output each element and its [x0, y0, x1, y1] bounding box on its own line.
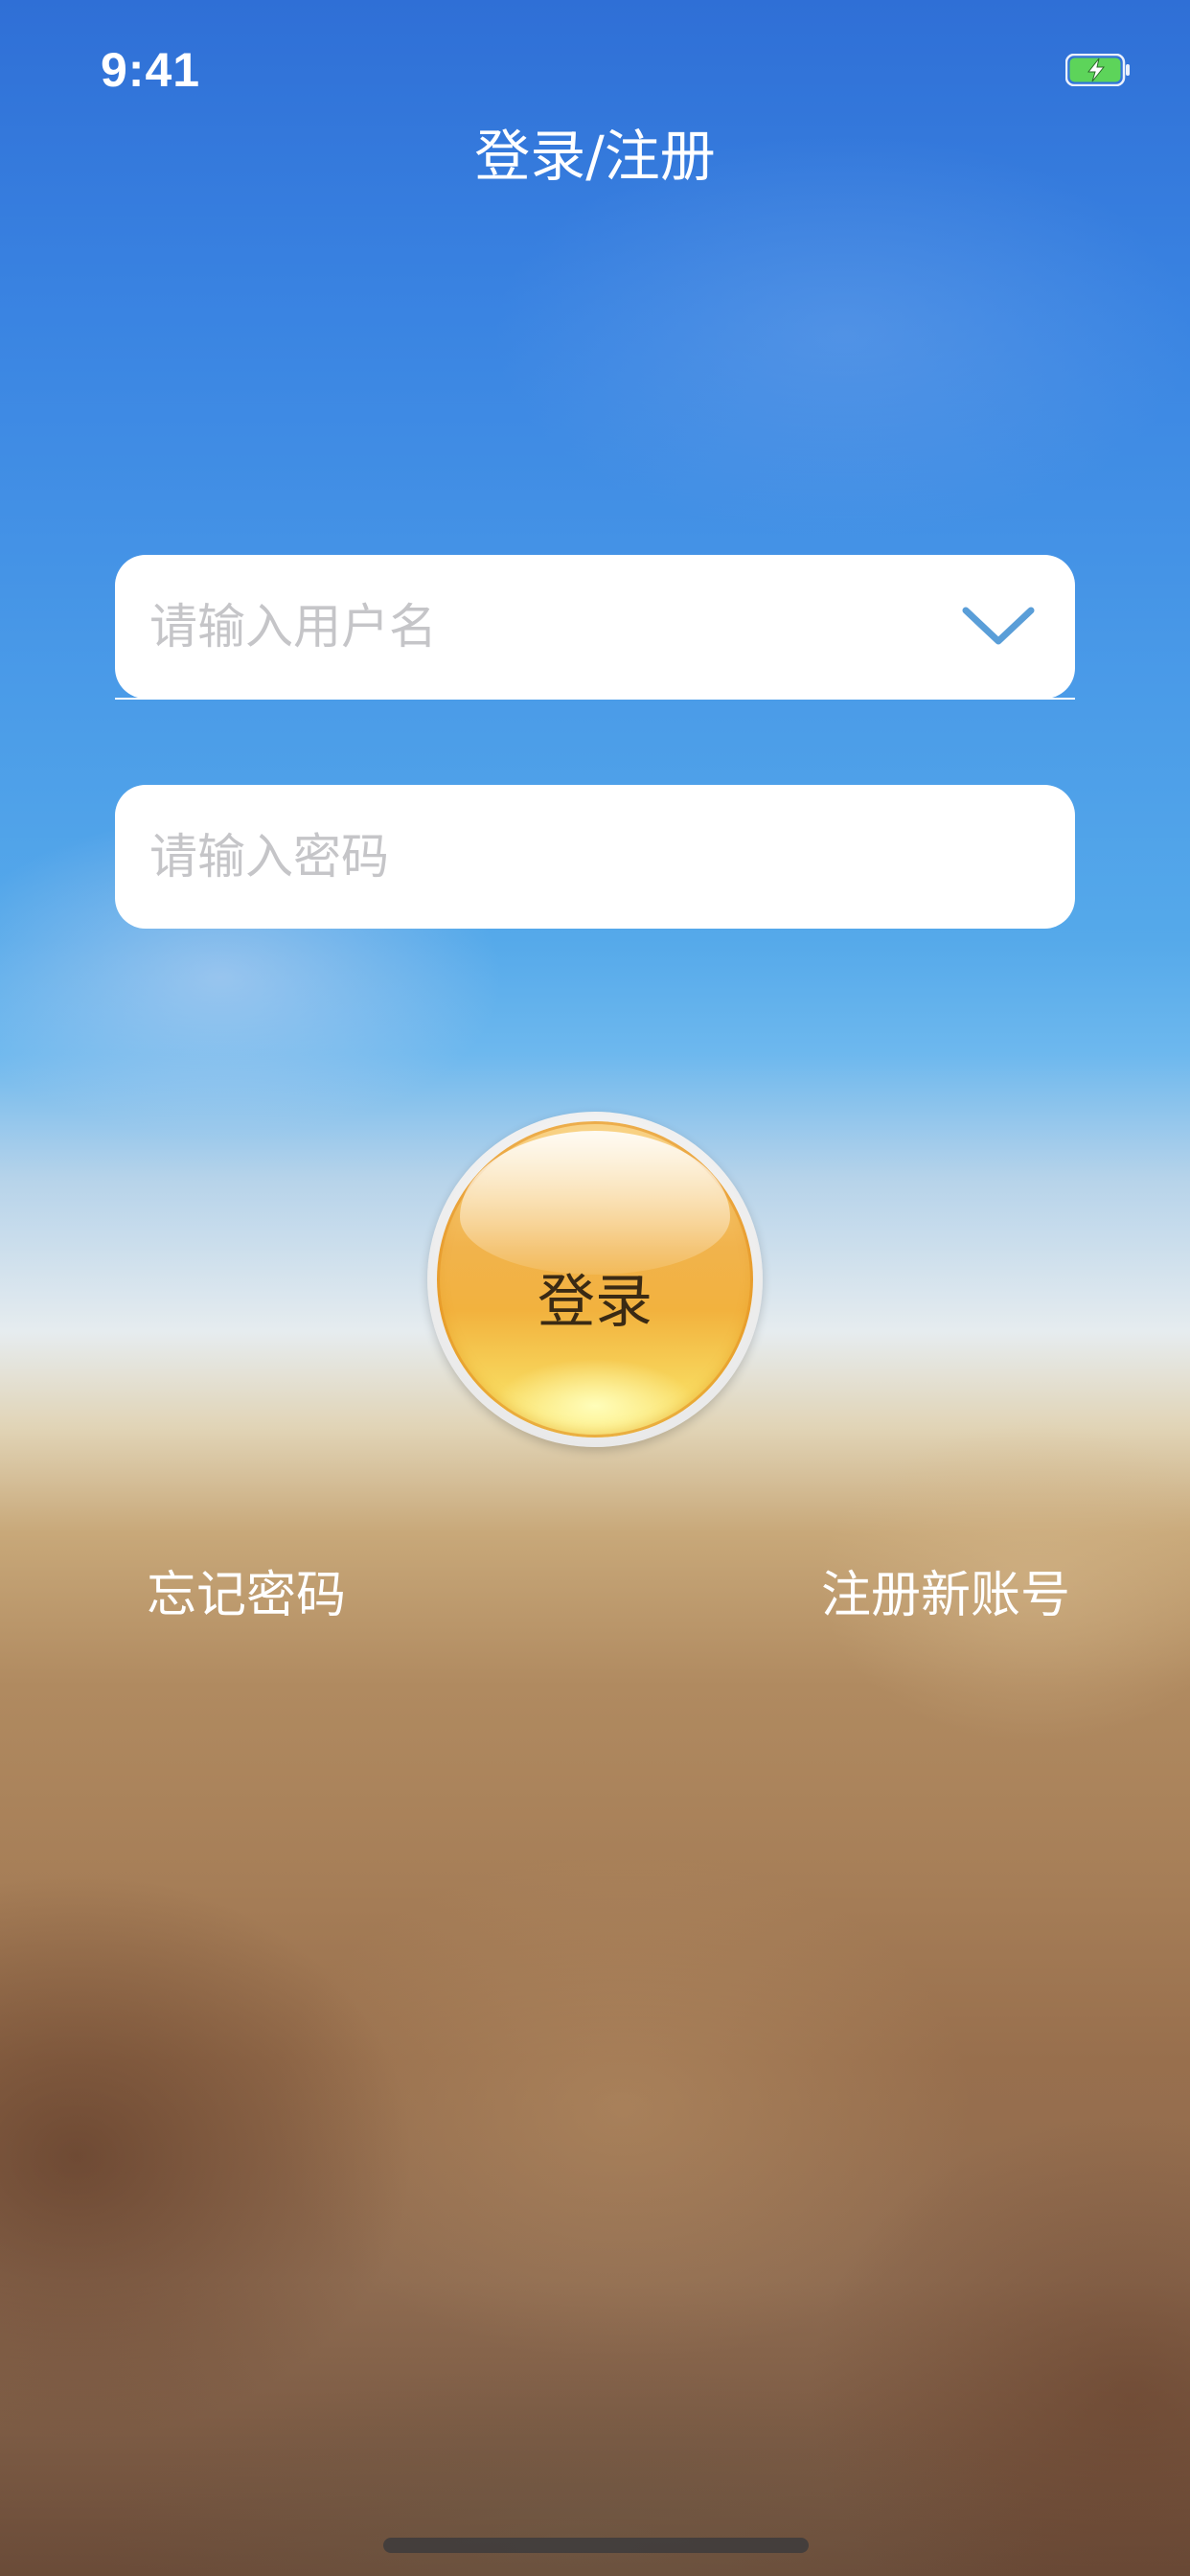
username-underline — [115, 698, 1075, 700]
status-time: 9:41 — [101, 43, 201, 97]
page-title: 登录/注册 — [474, 124, 716, 189]
chevron-down-icon[interactable] — [960, 601, 1037, 653]
login-button-label: 登录 — [538, 1269, 652, 1336]
home-indicator[interactable] — [383, 2538, 809, 2553]
username-input[interactable] — [148, 598, 937, 656]
battery-charging-icon — [1065, 54, 1130, 86]
login-button-gloss — [460, 1131, 730, 1275]
screen: 9:41 登录/注册 登录 忘记密码 注册新账号 — [0, 0, 1190, 2576]
password-field[interactable] — [115, 785, 1075, 929]
password-input[interactable] — [148, 828, 937, 886]
forgot-password-link[interactable]: 忘记密码 — [147, 1554, 346, 1626]
register-account-link[interactable]: 注册新账号 — [821, 1554, 1070, 1626]
username-field[interactable] — [115, 555, 1075, 699]
login-button[interactable]: 登录 — [437, 1121, 753, 1438]
login-button-ring: 登录 — [427, 1112, 763, 1447]
